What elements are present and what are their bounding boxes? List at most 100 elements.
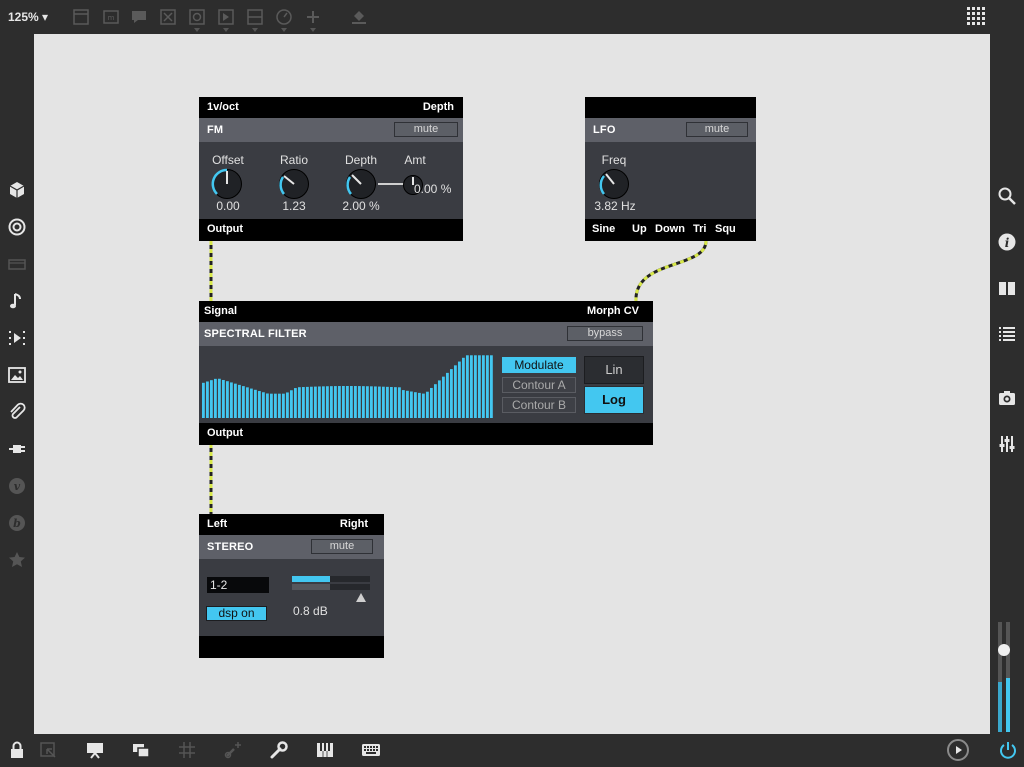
message-icon[interactable]: m [102, 8, 120, 26]
inlet-left[interactable]: Left [207, 518, 227, 530]
svg-text:i: i [1005, 236, 1010, 250]
offset-knob[interactable] [210, 167, 244, 201]
lfo-mute-button[interactable]: mute [686, 122, 748, 137]
spectrum-bar [342, 386, 345, 418]
spectrum-display[interactable] [202, 352, 494, 418]
windows-icon[interactable] [131, 740, 151, 760]
paint-bucket-icon[interactable] [350, 8, 368, 26]
freq-knob[interactable] [597, 167, 631, 201]
left-sidebar: v b [0, 34, 34, 734]
stereo-device[interactable]: Left Right STEREO mute 1-2 dsp on 0.8 dB [199, 514, 384, 658]
package-cube-icon[interactable] [7, 180, 27, 200]
outlet-sine[interactable]: Sine [592, 223, 615, 235]
dsp-on-button[interactable]: dsp on [206, 606, 267, 621]
inlet-depth[interactable]: Depth [423, 101, 454, 113]
spectrum-bar [410, 391, 413, 418]
dial-object-icon[interactable] [275, 8, 293, 32]
presentation-icon[interactable] [85, 740, 105, 760]
outlet-squ[interactable]: Squ [715, 223, 736, 235]
bypass-button[interactable]: bypass [567, 326, 643, 341]
spectrum-bar [446, 372, 449, 418]
add-object-icon[interactable] [304, 8, 322, 32]
inlet-signal[interactable]: Signal [204, 305, 237, 317]
spectral-filter-device[interactable]: Signal Morph CV SPECTRAL FILTER bypass M… [199, 301, 653, 445]
star-icon[interactable] [7, 550, 27, 570]
inlet-morph-cv[interactable]: Morph CV [587, 305, 639, 317]
spectrum-bar [486, 355, 489, 418]
spectrum-bar [414, 392, 417, 418]
spectrum-bar [442, 376, 445, 418]
keyboard-icon[interactable] [361, 740, 381, 760]
fm-mute-button[interactable]: mute [394, 122, 458, 137]
grid-icon[interactable] [177, 740, 197, 760]
ratio-knob[interactable] [277, 167, 311, 201]
outlet-output[interactable]: Output [207, 223, 243, 235]
list-icon[interactable] [997, 324, 1017, 344]
music-note-icon[interactable] [7, 291, 27, 311]
wrench-icon[interactable] [269, 740, 289, 760]
transport-play-icon[interactable] [946, 738, 970, 762]
info-icon[interactable]: i [997, 232, 1017, 252]
channel-select[interactable]: 1-2 [207, 577, 269, 593]
spectrum-bar [378, 386, 381, 418]
lock-icon[interactable] [7, 740, 27, 760]
object-icon[interactable] [72, 8, 90, 26]
spectrum-bar [390, 386, 393, 418]
patch-canvas[interactable]: 1v/oct Depth FM mute Offset 0.00 Ratio 1… [34, 34, 990, 734]
outlet-up[interactable]: Up [632, 223, 647, 235]
level-meter [292, 576, 370, 590]
outlet-down[interactable]: Down [655, 223, 685, 235]
spectrum-bar [238, 384, 241, 418]
select-arrow-icon[interactable] [38, 740, 58, 760]
spectrum-bar [318, 386, 321, 418]
mode-contour-b-button[interactable]: Contour B [502, 397, 576, 413]
lin-button[interactable]: Lin [584, 356, 644, 384]
toggle-object-icon[interactable] [188, 8, 206, 32]
power-icon[interactable] [998, 740, 1018, 760]
plug-icon[interactable] [7, 439, 27, 459]
add-connection-icon[interactable] [223, 740, 243, 760]
mode-contour-a-button[interactable]: Contour A [502, 377, 576, 393]
gain-value: 0.8 dB [293, 604, 328, 618]
gain-slider-handle[interactable] [356, 593, 366, 602]
search-icon[interactable] [997, 186, 1017, 206]
button-object-icon[interactable] [159, 8, 177, 26]
log-button[interactable]: Log [584, 386, 644, 414]
depth-knob[interactable] [344, 167, 378, 201]
mixer-sliders-icon[interactable] [997, 434, 1017, 454]
stereo-outlets [199, 636, 384, 658]
grid-keypad-icon[interactable] [966, 6, 988, 28]
outlet-output[interactable]: Output [207, 427, 243, 439]
spectrum-bar [366, 386, 369, 418]
spectrum-bar [234, 383, 237, 418]
device-rack-icon[interactable] [7, 254, 27, 274]
fm-device[interactable]: 1v/oct Depth FM mute Offset 0.00 Ratio 1… [199, 97, 463, 241]
lfo-title: LFO [593, 124, 616, 136]
lfo-device[interactable]: LFO mute Freq 3.82 Hz Sine Up Down Tri S… [585, 97, 756, 241]
video-play-icon[interactable] [7, 328, 27, 348]
book-icon[interactable] [997, 278, 1017, 298]
spectrum-bar [246, 387, 249, 418]
paperclip-icon[interactable] [7, 402, 27, 422]
target-icon[interactable] [7, 217, 27, 237]
image-icon[interactable] [7, 365, 27, 385]
spectrum-bar [354, 386, 357, 418]
piano-keys-icon[interactable] [315, 740, 335, 760]
inlet-1voct[interactable]: 1v/oct [207, 101, 239, 113]
mode-modulate-button[interactable]: Modulate [502, 357, 576, 373]
master-volume-slider[interactable] [998, 622, 1020, 734]
b-badge-icon[interactable]: b [7, 513, 27, 533]
slider-object-icon[interactable] [246, 8, 264, 32]
v-badge-icon[interactable]: v [7, 476, 27, 496]
number-object-icon[interactable] [217, 8, 235, 32]
outlet-tri[interactable]: Tri [693, 223, 706, 235]
spectrum-bar [302, 387, 305, 418]
stereo-mute-button[interactable]: mute [311, 539, 373, 554]
comment-icon[interactable] [130, 8, 148, 26]
spectrum-bar [466, 355, 469, 418]
zoom-dropdown[interactable]: 125% ▾ [8, 10, 48, 24]
snapshot-camera-icon[interactable] [997, 388, 1017, 408]
cable-lfo-to-filter[interactable] [634, 240, 708, 302]
spectrum-bar [290, 390, 293, 418]
inlet-right[interactable]: Right [340, 518, 368, 530]
